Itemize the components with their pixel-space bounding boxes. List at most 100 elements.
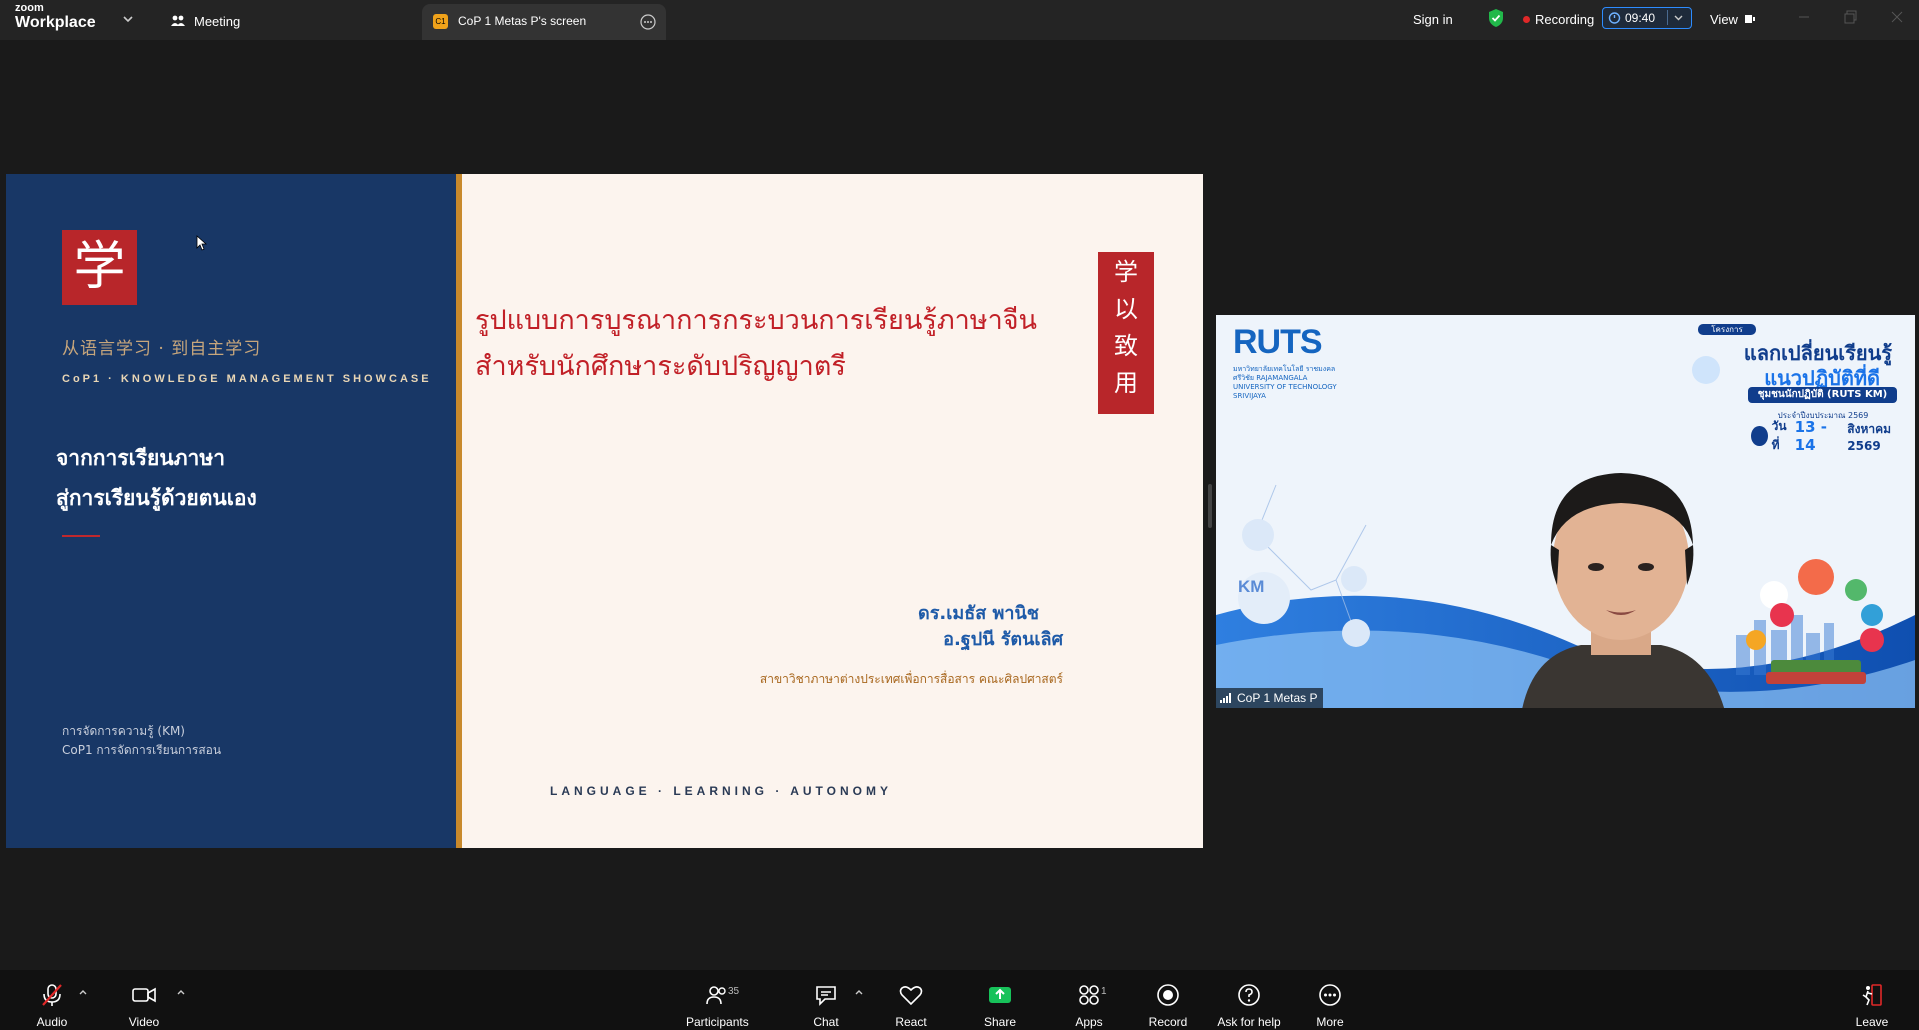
chevron-down-icon[interactable]	[1673, 12, 1684, 23]
motto-char: 以	[1114, 295, 1138, 323]
more-options-icon[interactable]	[640, 14, 656, 30]
slide-cop-line: CoP1 · KNOWLEDGE MANAGEMENT SHOWCASE	[62, 373, 432, 385]
leave-label: Leave	[1855, 1015, 1889, 1029]
slide-main-title-line2: สำหรับนักศึกษาระดับปริญญาตรี	[475, 351, 846, 382]
chevron-up-icon[interactable]	[176, 987, 186, 997]
sign-in-button[interactable]: Sign in	[1413, 8, 1453, 30]
split-view-handle[interactable]	[1208, 484, 1212, 528]
meeting-toolbar: Audio Video 35 Participants Chat React S…	[0, 970, 1919, 1030]
leave-button[interactable]: Leave	[1842, 976, 1902, 1029]
participant-name-tag: CoP 1 Metas P	[1216, 688, 1324, 708]
event-date-prefix: วันที่	[1771, 419, 1787, 452]
tab-shared-screen-label: CoP 1 Metas P's screen	[458, 14, 587, 28]
logo-line2: Workplace	[15, 14, 96, 31]
record-button[interactable]: Record	[1138, 976, 1198, 1029]
video-label: Video	[128, 1015, 160, 1029]
apps-button[interactable]: 1 Apps	[1059, 976, 1119, 1029]
video-camera-icon	[132, 987, 156, 1003]
slide-accent-rule	[62, 535, 100, 537]
share-label: Share	[983, 1015, 1017, 1029]
event-date-suffix: สิงหาคม 2569	[1847, 421, 1892, 453]
more-button[interactable]: More	[1300, 976, 1360, 1029]
view-layout-icon	[1744, 15, 1755, 23]
microphone-muted-icon	[42, 984, 62, 1006]
chevron-up-icon[interactable]	[854, 987, 864, 997]
tab-meeting-label: Meeting	[194, 13, 241, 29]
video-button[interactable]: Video	[114, 976, 174, 1029]
slide-km-line1: การจัดการความรู้ (KM)	[62, 724, 185, 738]
participants-icon	[706, 986, 726, 1005]
participants-count: 35	[728, 986, 740, 997]
minimize-icon[interactable]	[1797, 10, 1811, 24]
record-label: Record	[1148, 1015, 1188, 1029]
ask-for-help-label: Ask for help	[1217, 1015, 1281, 1029]
recording-indicator[interactable]: Recording	[1523, 8, 1594, 30]
event-band: ชุมชนนักปฏิบัติ (RUTS KM)	[1748, 387, 1897, 403]
view-button[interactable]: View	[1710, 8, 1756, 30]
share-button[interactable]: Share	[970, 976, 1030, 1029]
slide-author2: อ.ฐปนี รัตนเลิศ	[943, 629, 1063, 650]
signal-strength-icon	[1220, 693, 1231, 703]
help-icon	[1238, 984, 1260, 1006]
recording-label: Recording	[1535, 11, 1595, 27]
slide-logo-mark: 学	[62, 230, 137, 305]
ask-for-help-button[interactable]: Ask for help	[1217, 976, 1281, 1029]
slide-footer-tagline: LANGUAGE · LEARNING · AUTONOMY	[550, 784, 892, 798]
ruts-logo: RUTS	[1233, 323, 1323, 361]
encryption-shield-icon[interactable]	[1487, 7, 1505, 29]
slide-vertical-motto: 学 以 致 用	[1098, 252, 1154, 414]
audio-label: Audio	[36, 1015, 68, 1029]
slide-main-title-line1: รูปแบบการบูรณาการกระบวนการเรียนรู้ภาษาจี…	[475, 305, 1038, 336]
motto-char: 学	[1114, 258, 1138, 286]
more-label: More	[1316, 1015, 1344, 1029]
zoom-workplace-logo[interactable]: zoom Workplace	[15, 3, 96, 31]
stopwatch-icon	[1608, 12, 1621, 24]
motto-char: 致	[1114, 332, 1138, 360]
close-icon[interactable]	[1890, 10, 1904, 24]
slide-divider	[456, 174, 462, 848]
tab-shared-screen[interactable]: C1 CoP 1 Metas P's screen	[422, 4, 666, 40]
chat-button[interactable]: Chat	[796, 976, 856, 1029]
participants-button[interactable]: 35 Participants	[686, 976, 749, 1029]
record-icon	[1157, 984, 1179, 1006]
slide-km-line2: CoP1 การจัดการเรียนการสอน	[62, 743, 222, 757]
logo-line1: zoom	[15, 2, 44, 14]
tab-meeting[interactable]: Meeting	[170, 11, 240, 31]
people-icon	[171, 15, 185, 26]
apps-icon	[1079, 985, 1099, 1005]
audio-button[interactable]: Audio	[22, 976, 82, 1029]
participant-person	[1522, 473, 1724, 708]
maximize-icon[interactable]	[1844, 10, 1858, 24]
shared-screen-slide: 学 从语言学习 · 到自主学习 CoP1 · KNOWLEDGE MANAGEM…	[6, 174, 1203, 848]
react-label: React	[895, 1015, 927, 1029]
event-date: วันที่ 13 - 14 สิงหาคม 2569	[1751, 418, 1915, 454]
participants-label: Participants	[686, 1015, 749, 1029]
slide-left-panel: 学 从语言学习 · 到自主学习 CoP1 · KNOWLEDGE MANAGEM…	[6, 174, 456, 848]
chevron-down-icon[interactable]	[122, 13, 134, 25]
slide-left-heading-line2: สู่การเรียนรู้ด้วยตนเอง	[56, 486, 257, 510]
participant-name: CoP 1 Metas P	[1237, 691, 1318, 705]
slide-left-heading-line1: จากการเรียนภาษา	[56, 446, 225, 470]
participant-video-tile[interactable]: RUTS มหาวิทยาลัยเทคโนโลยี ราชมงคลศรีวิชั…	[1216, 315, 1915, 708]
more-icon	[1319, 984, 1341, 1006]
ruts-subtitle: มหาวิทยาลัยเทคโนโลยี ราชมงคลศรีวิชัย RAJ…	[1233, 365, 1337, 400]
title-bar: zoom Workplace Meeting C1 CoP 1 Metas P'…	[0, 0, 1919, 40]
view-label: View	[1710, 11, 1738, 27]
mouse-cursor-icon	[196, 235, 207, 251]
km-label: KM	[1238, 577, 1265, 596]
timer-separator	[1667, 10, 1668, 25]
chat-label: Chat	[813, 1015, 839, 1029]
event-tag: โครงการ	[1698, 324, 1756, 335]
heart-icon	[899, 986, 923, 1006]
recording-dot-icon	[1523, 15, 1530, 23]
slide-department: สาขาวิชาภาษาต่างประเทศเพื่อการสื่อสาร คณ…	[759, 672, 1063, 686]
leave-icon	[1862, 984, 1882, 1006]
apps-label: Apps	[1075, 1015, 1103, 1029]
react-button[interactable]: React	[881, 976, 941, 1029]
calendar-icon	[1751, 426, 1768, 446]
chat-icon	[816, 986, 836, 1006]
meeting-timer[interactable]: 09:40	[1602, 7, 1692, 29]
slide-chinese-subtitle: 从语言学习 · 到自主学习	[62, 339, 262, 359]
motto-char: 用	[1114, 369, 1138, 397]
chevron-up-icon[interactable]	[78, 987, 88, 997]
